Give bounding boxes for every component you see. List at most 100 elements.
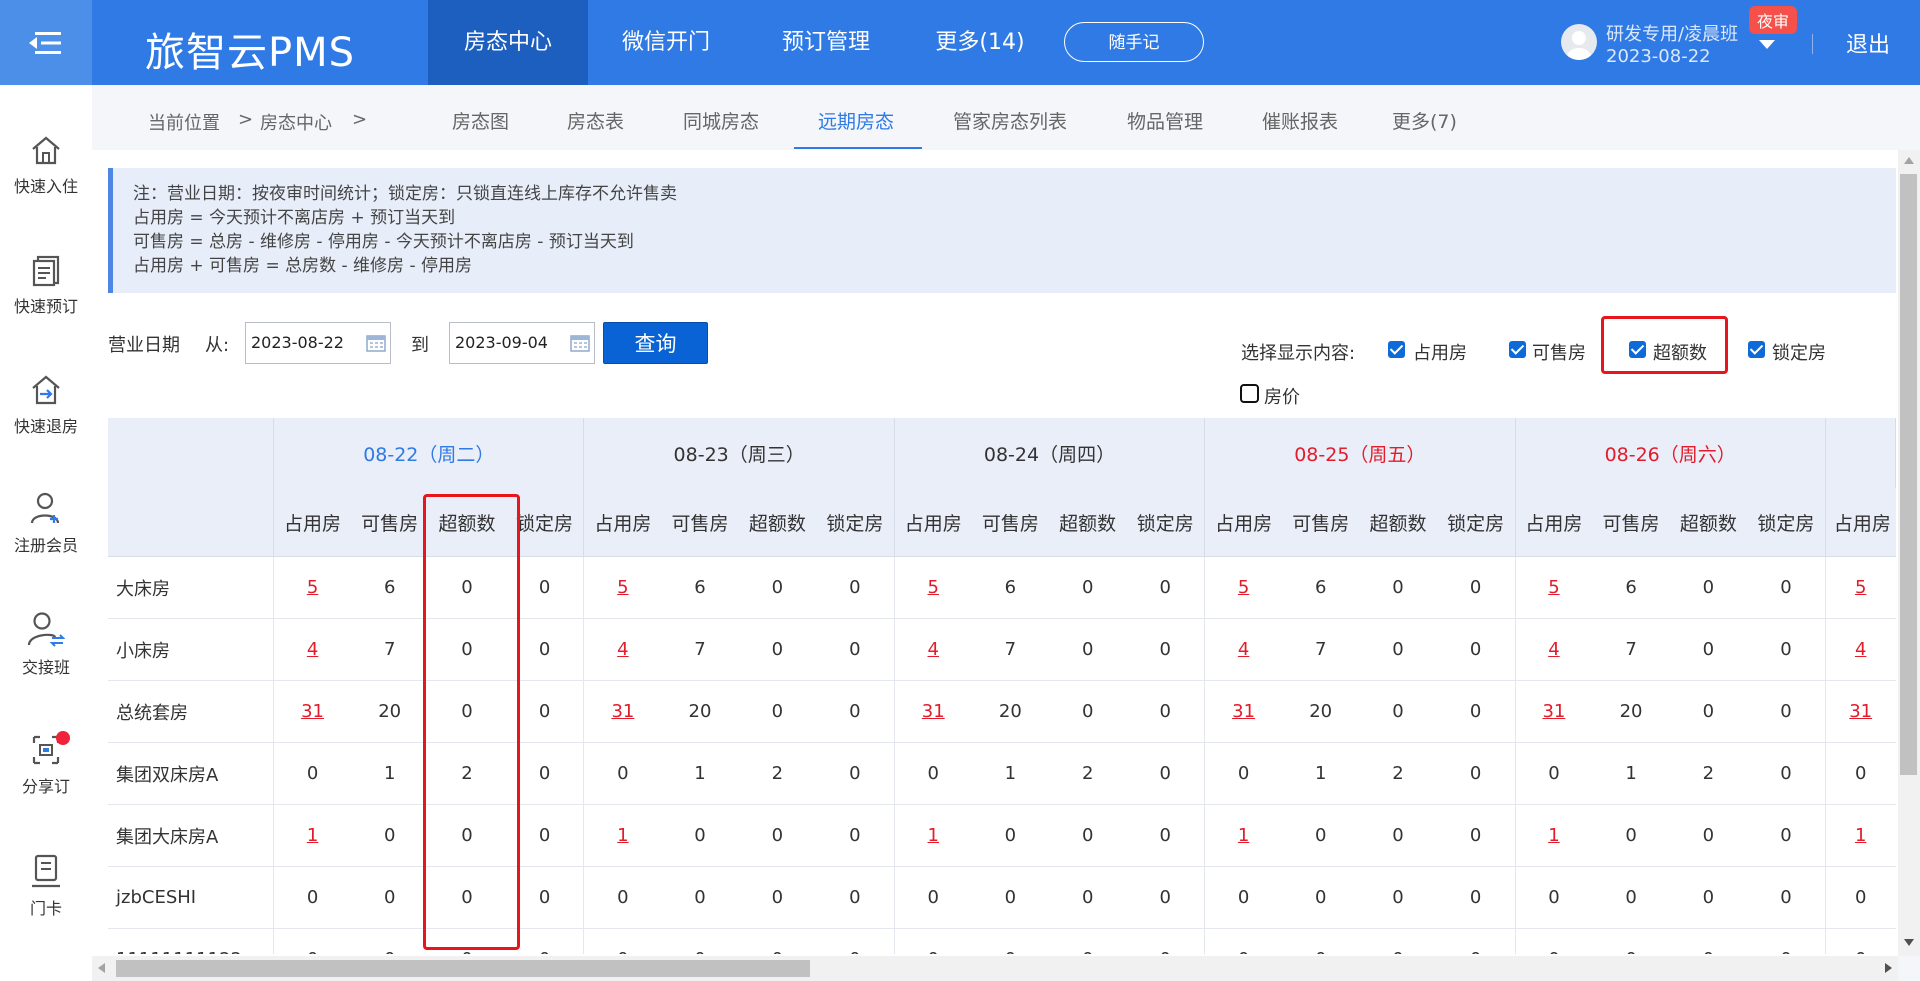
occupied-count-link[interactable]: 4 — [928, 639, 939, 660]
occupied-count-link[interactable]: 5 — [307, 577, 318, 598]
horizontal-scroll-thumb[interactable] — [116, 960, 810, 977]
table-cell: 1 — [661, 742, 739, 805]
sidebar-item-register-member[interactable]: 注册会员 — [0, 490, 92, 556]
occupied-count-link[interactable]: 1 — [1548, 825, 1559, 846]
occupied-count-link[interactable]: 31 — [301, 701, 324, 722]
occupied-count-link[interactable]: 5 — [928, 577, 939, 598]
table-cell: 0 — [738, 680, 816, 743]
breadcrumb-current[interactable]: 房态中心 — [260, 109, 332, 135]
occupied-count-link[interactable]: 4 — [1548, 639, 1559, 660]
info-notice: 注：营业日期：按夜审时间统计；锁定房：只锁直连线上库存不允许售卖 占用房 = 今… — [108, 168, 1896, 293]
sidebar-item-quick-checkout[interactable]: 快速退房 — [0, 373, 92, 437]
nav-room-status-center[interactable]: 房态中心 — [428, 0, 588, 85]
scroll-left-icon[interactable] — [98, 963, 105, 973]
cell-value: 7 — [1625, 639, 1637, 660]
nav-reservation[interactable]: 预订管理 — [760, 0, 892, 85]
to-date-input[interactable]: 2023-09-04 — [449, 322, 595, 364]
occupied-count-link[interactable]: 31 — [1232, 701, 1255, 722]
avatar[interactable] — [1561, 24, 1597, 60]
cell-value: 0 — [1392, 701, 1404, 722]
header-date-partial — [1825, 418, 1896, 488]
tab-long-term-status[interactable]: 远期房态 — [818, 107, 894, 134]
sidebar-item-share-order[interactable]: 分享订 — [0, 731, 92, 797]
occupied-count-link[interactable]: 5 — [617, 577, 628, 598]
logout-button[interactable]: 退出 — [1846, 27, 1890, 59]
occupied-count-link[interactable]: 31 — [1542, 701, 1565, 722]
occupied-count-link[interactable]: 1 — [617, 825, 628, 846]
sidebar-item-quick-booking[interactable]: 快速预订 — [0, 253, 92, 317]
tab-item-management[interactable]: 物品管理 — [1127, 107, 1203, 134]
sidebar-item-door-card[interactable]: 门卡 — [0, 853, 92, 919]
table-cell: 0 — [738, 556, 816, 619]
calendar-icon[interactable] — [366, 334, 386, 352]
locked-checkbox[interactable] — [1748, 341, 1765, 358]
occupied-count-link[interactable]: 4 — [307, 639, 318, 660]
cell-value: 0 — [1237, 887, 1250, 908]
locked-checkbox-label[interactable]: 锁定房 — [1772, 339, 1826, 365]
occupied-count-link[interactable]: 1 — [1238, 825, 1249, 846]
sidebar-item-handover[interactable]: 交接班 — [0, 610, 92, 678]
occupied-count-link[interactable]: 5 — [1855, 577, 1866, 598]
scroll-right-icon[interactable] — [1885, 963, 1892, 973]
occupied-checkbox[interactable] — [1388, 341, 1405, 358]
calendar-icon[interactable] — [570, 334, 590, 352]
cell-value: 0 — [1159, 763, 1171, 784]
table-cell: 0 — [816, 866, 895, 929]
user-name[interactable]: 研发专用/凌晨班 — [1606, 20, 1738, 46]
nav-more[interactable]: 更多(14) — [920, 0, 1040, 85]
table-cell: 0 — [1126, 618, 1205, 681]
from-date-input[interactable]: 2023-08-22 — [245, 322, 391, 364]
occupied-count-link[interactable]: 4 — [1855, 639, 1866, 660]
occupied-count-link[interactable]: 31 — [1849, 701, 1872, 722]
query-button[interactable]: 查询 — [603, 322, 708, 364]
table-cell: 0 — [1747, 866, 1826, 929]
header-subcolumn-label: 可售房 — [1602, 512, 1660, 535]
tab-room-status-map[interactable]: 房态图 — [452, 107, 509, 134]
tab-room-status-table[interactable]: 房态表 — [567, 107, 624, 134]
occupied-checkbox-label[interactable]: 占用房 — [1413, 339, 1467, 365]
room-type-name: 总统套房 — [108, 680, 275, 743]
quick-note-button[interactable]: 随手记 — [1064, 22, 1204, 62]
occupied-count-link[interactable]: 5 — [1548, 577, 1559, 598]
tab-collection-report[interactable]: 催账报表 — [1262, 107, 1338, 134]
cell-value: 0 — [1854, 887, 1867, 908]
sub-navigation: 当前位置 > 房态中心 > 房态图 房态表 同城房态 远期房态 管家房态列表 物… — [92, 85, 1920, 151]
menu-toggle-button[interactable] — [0, 0, 92, 85]
occupied-count-link[interactable]: 4 — [617, 639, 628, 660]
chevron-down-icon[interactable] — [1759, 40, 1775, 49]
cell-value: 0 — [1159, 639, 1171, 660]
scroll-down-icon[interactable] — [1904, 939, 1914, 946]
vertical-scroll-thumb[interactable] — [1900, 174, 1917, 775]
scroll-up-icon[interactable] — [1904, 157, 1914, 164]
nav-wechat-door[interactable]: 微信开门 — [600, 0, 732, 85]
table-cell-partial: 4 — [1824, 618, 1896, 681]
table-cell: 1 — [1282, 742, 1360, 805]
cell-value: 0 — [1702, 825, 1715, 846]
occupied-count-link[interactable]: 31 — [611, 701, 634, 722]
occupied-count-link[interactable]: 1 — [1855, 825, 1866, 846]
occupied-count-link[interactable]: 5 — [1238, 577, 1249, 598]
sellable-checkbox-label[interactable]: 可售房 — [1532, 339, 1586, 365]
table-cell: 31 — [273, 680, 351, 743]
occupied-count-link[interactable]: 1 — [928, 825, 939, 846]
cell-value: 0 — [538, 577, 551, 598]
sidebar-item-quick-checkin[interactable]: 快速入住 — [0, 133, 92, 197]
table-cell: 0 — [1669, 680, 1748, 743]
cell-value: 0 — [538, 763, 551, 784]
room-price-checkbox-label[interactable]: 房价 — [1264, 383, 1300, 409]
occupied-count-link[interactable]: 31 — [922, 701, 945, 722]
tab-city-room-status[interactable]: 同城房态 — [683, 107, 759, 134]
table-cell: 1 — [1592, 742, 1670, 805]
night-audit-badge[interactable]: 夜审 — [1749, 6, 1798, 34]
header-subcolumn-label: 占用房 — [284, 512, 342, 535]
table-cell: 7 — [350, 618, 429, 681]
tab-more[interactable]: 更多(7) — [1392, 107, 1457, 134]
table-row: 集团双床房A 0 1 2 0 0 1 2 0 0 1 2 0 0 1 2 0 0 1 2 0 0 — [108, 742, 1896, 805]
room-price-checkbox[interactable] — [1240, 384, 1259, 403]
tab-housekeeping-list[interactable]: 管家房态列表 — [953, 107, 1067, 134]
cell-value: 0 — [849, 639, 861, 660]
occupied-count-link[interactable]: 1 — [307, 825, 318, 846]
sellable-checkbox[interactable] — [1509, 341, 1526, 358]
table-cell: 1 — [1204, 804, 1283, 867]
occupied-count-link[interactable]: 4 — [1238, 639, 1249, 660]
